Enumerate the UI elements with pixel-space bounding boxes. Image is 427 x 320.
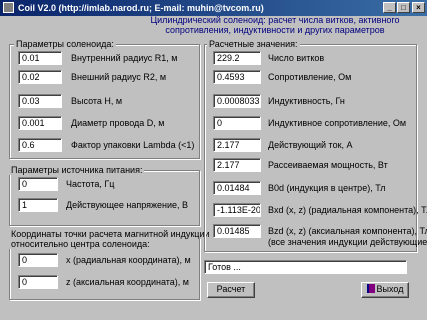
current-label: Действующий ток, А bbox=[268, 140, 353, 150]
exit-button-label: Выход bbox=[376, 284, 404, 294]
exit-button[interactable]: Выход bbox=[361, 282, 409, 298]
current-field: 2.177 bbox=[213, 138, 261, 152]
bzd-label: Bzd (x, z) (аксиальная компонента), Тл bbox=[268, 226, 427, 236]
results-group-title: Расчетные значения: bbox=[207, 39, 300, 49]
resistance-label: Сопротивление, Ом bbox=[268, 72, 352, 82]
inner-radius-label: Внутренний радиус R1, м bbox=[71, 53, 178, 63]
inner-radius-field[interactable]: 0.01 bbox=[18, 51, 62, 65]
turns-count-label: Число витков bbox=[268, 53, 325, 63]
inductance-field: 0.0008033 bbox=[213, 94, 261, 108]
b0d-field: 0.01484 bbox=[213, 181, 261, 195]
inductance-label: Индуктивность, Гн bbox=[268, 96, 345, 106]
outer-radius-label: Внешний радиус R2, м bbox=[71, 72, 167, 82]
packing-factor-label: Фактор упаковки Lambda (<1) bbox=[71, 140, 195, 150]
x-coordinate-field[interactable]: 0 bbox=[18, 253, 58, 267]
voltage-label: Действующее напряжение, В bbox=[66, 200, 189, 210]
status-field: Готов ... bbox=[204, 260, 407, 274]
bxd-label: Bxd (x, z) (радиальная компонента), Тл bbox=[268, 205, 427, 215]
wire-diameter-label: Диаметр провода D, м bbox=[71, 118, 165, 128]
maximize-button[interactable]: □ bbox=[397, 2, 410, 13]
exit-door-icon bbox=[366, 284, 375, 293]
power-field: 2.177 bbox=[213, 158, 261, 172]
wire-diameter-field[interactable]: 0.001 bbox=[18, 116, 62, 130]
coords-group-title-2: относительно центра соленоида: bbox=[9, 239, 152, 249]
window-title: Coil V2.0 (http://imlab.narod.ru; E-mail… bbox=[18, 3, 264, 13]
coords-group-title-1: Координаты точки расчета магнитной индук… bbox=[9, 229, 212, 239]
height-label: Высота H, м bbox=[71, 96, 123, 106]
packing-factor-field[interactable]: 0.6 bbox=[18, 138, 62, 152]
app-icon bbox=[3, 2, 14, 13]
z-coordinate-label: z (аксиальная координата), м bbox=[66, 277, 189, 287]
voltage-field[interactable]: 1 bbox=[18, 198, 58, 212]
frequency-label: Частота, Гц bbox=[66, 179, 115, 189]
solenoid-group-title: Параметры соленоида: bbox=[14, 39, 116, 49]
title-bar: Coil V2.0 (http://imlab.narod.ru; E-mail… bbox=[0, 0, 427, 16]
minimize-button[interactable]: _ bbox=[383, 2, 396, 13]
turns-count-field: 229.2 bbox=[213, 51, 261, 65]
bxd-field: -1.113E-20 bbox=[213, 203, 261, 217]
outer-radius-field[interactable]: 0.02 bbox=[18, 70, 62, 84]
frequency-field[interactable]: 0 bbox=[18, 177, 58, 191]
subtitle: Цилиндрический соленоид: расчет числа ви… bbox=[150, 15, 400, 35]
height-field[interactable]: 0.03 bbox=[18, 94, 62, 108]
induction-note: (все значения индукции действующие) bbox=[268, 237, 427, 247]
source-group-title: Параметры источника питания: bbox=[9, 165, 145, 175]
bzd-field: 0.01485 bbox=[213, 224, 261, 238]
resistance-field: 0.4593 bbox=[213, 70, 261, 84]
z-coordinate-field[interactable]: 0 bbox=[18, 275, 58, 289]
power-label: Рассеиваемая мощность, Вт bbox=[268, 160, 388, 170]
b0d-label: B0d (индукция в центре), Тл bbox=[268, 183, 386, 193]
reactance-label: Индуктивное сопротивление, Ом bbox=[268, 118, 407, 128]
x-coordinate-label: x (радиальная координата), м bbox=[66, 255, 191, 265]
calculate-button[interactable]: Расчет bbox=[207, 282, 255, 298]
close-button[interactable]: × bbox=[412, 2, 425, 13]
reactance-field: 0 bbox=[213, 116, 261, 130]
